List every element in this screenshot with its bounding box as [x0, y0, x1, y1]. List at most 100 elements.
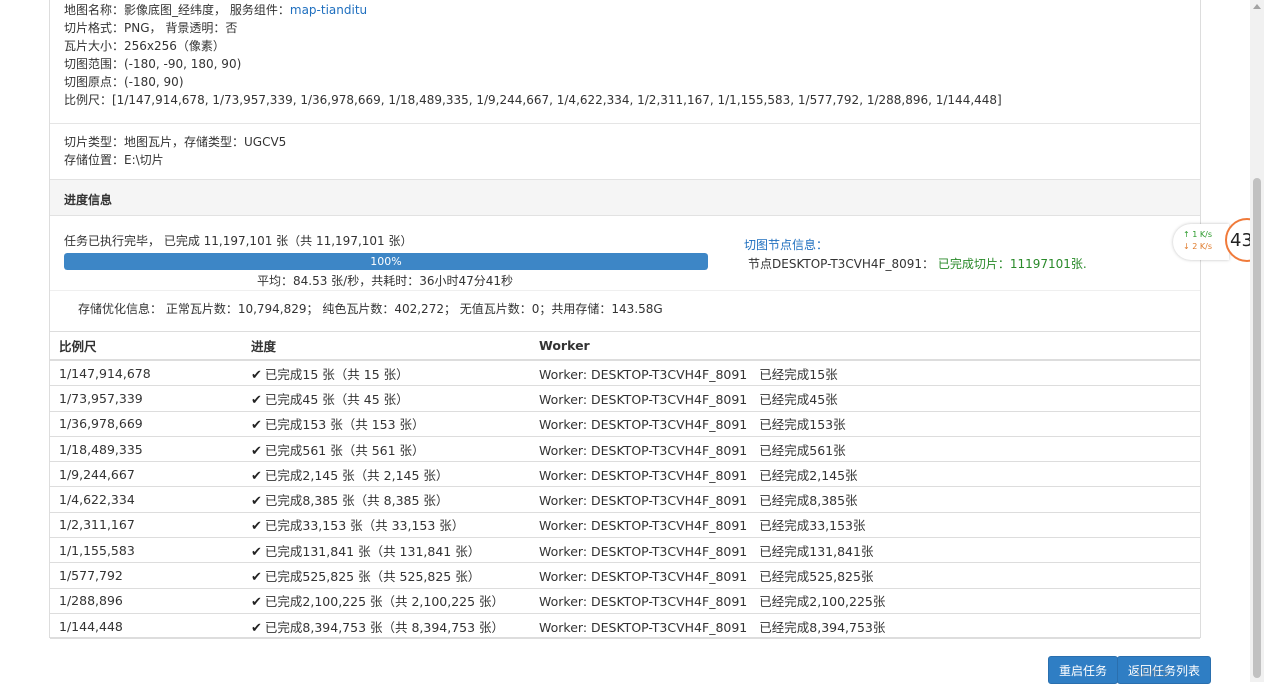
- upload-rate: ↑ 1 K/s: [1183, 230, 1212, 239]
- progress-text: 已完成45 张（共 45 张）: [264, 391, 409, 407]
- worker-done: 已经完成8,394,753张: [759, 619, 886, 635]
- check-icon: ✔: [251, 494, 262, 510]
- cell-scale: 1/144,448: [50, 613, 242, 640]
- table-row: 1/9,244,667 ✔ 已完成2,145 张（共 2,145 张） Worker:…: [50, 461, 1200, 488]
- cell-worker: Worker: DESKTOP-T3CVH4F_8091 已经完成525,825张: [530, 562, 1200, 589]
- divider: [50, 290, 1200, 291]
- table-body: 1/147,914,678 ✔ 已完成15 张（共 15 张） Worker: DES…: [50, 360, 1200, 640]
- col-header-progress: 进度: [242, 331, 530, 361]
- table-row: 1/4,622,334 ✔ 已完成8,385 张（共 8,385 张） Worker:…: [50, 486, 1200, 513]
- node-info-title: 切图节点信息：: [744, 238, 829, 252]
- check-icon: ✔: [251, 570, 262, 586]
- worker-name: Worker: DESKTOP-T3CVH4F_8091: [539, 569, 748, 585]
- cell-worker: Worker: DESKTOP-T3CVH4F_8091 已经完成45张: [530, 385, 1200, 412]
- service-link[interactable]: map-tianditu: [290, 3, 367, 17]
- progress-section-header: 进度信息: [50, 179, 1200, 216]
- cell-progress: ✔ 已完成2,100,225 张（共 2,100,225 张）: [242, 588, 530, 614]
- worker-done: 已经完成33,153张: [759, 518, 866, 534]
- cell-progress: ✔ 已完成33,153 张（共 33,153 张）: [242, 512, 530, 539]
- node-name: 节点DESKTOP-T3CVH4F_8091：: [748, 257, 938, 271]
- table-row: 1/147,914,678 ✔ 已完成15 张（共 15 张） Worker: DES…: [50, 360, 1200, 387]
- cell-progress: ✔ 已完成131,841 张（共 131,841 张）: [242, 537, 530, 564]
- cell-progress: ✔ 已完成153 张（共 153 张）: [242, 411, 530, 437]
- cell-progress: ✔ 已完成561 张（共 561 张）: [242, 436, 530, 463]
- worker-done: 已经完成2,145张: [759, 467, 858, 483]
- cell-scale: 1/36,978,669: [50, 411, 242, 437]
- network-rate-box: ↑ 1 K/s ↓ 2 K/s: [1173, 224, 1229, 260]
- scroll-up-arrow-icon[interactable]: [1253, 4, 1261, 9]
- task-detail-panel: 地图名称：影像底图_经纬度， 服务组件：map-tianditu 切片格式：PN…: [49, 0, 1201, 640]
- worker-name: Worker: DESKTOP-T3CVH4F_8091: [539, 619, 748, 635]
- cell-worker: Worker: DESKTOP-T3CVH4F_8091 已经完成8,385张: [530, 486, 1200, 513]
- check-icon: ✔: [251, 392, 262, 408]
- table-row: 1/577,792 ✔ 已完成525,825 张（共 525,825 张） Worke…: [50, 562, 1200, 589]
- tile-origin: 切图原点：(-180, 90): [64, 75, 184, 89]
- check-icon: ✔: [251, 443, 262, 459]
- cell-worker: Worker: DESKTOP-T3CVH4F_8091 已经完成131,841张: [530, 537, 1200, 564]
- col-header-worker: Worker: [530, 331, 1200, 361]
- tile-format: 切片格式：PNG， 背景透明：否: [64, 21, 238, 35]
- table-row: 1/2,311,167 ✔ 已完成33,153 张（共 33,153 张） Worke…: [50, 512, 1200, 539]
- storage-type: 切片类型：地图瓦片，存储类型：UGCV5: [64, 135, 287, 149]
- check-icon: ✔: [251, 367, 262, 383]
- cell-worker: Worker: DESKTOP-T3CVH4F_8091 已经完成33,153张: [530, 512, 1200, 539]
- progress-text: 已完成561 张（共 561 张）: [264, 442, 425, 458]
- col-header-scale: 比例尺: [50, 331, 242, 361]
- cell-progress: ✔ 已完成525,825 张（共 525,825 张）: [242, 562, 530, 589]
- storage-optimization: 存储优化信息： 正常瓦片数：10,794,829； 纯色瓦片数：402,272；…: [78, 302, 663, 316]
- cell-scale: 1/2,311,167: [50, 512, 242, 539]
- progress-text: 已完成525,825 张（共 525,825 张）: [264, 569, 481, 585]
- cell-scale: 1/4,622,334: [50, 486, 242, 513]
- cell-worker: Worker: DESKTOP-T3CVH4F_8091 已经完成2,100,22…: [530, 588, 1200, 614]
- map-name-line: 地图名称：影像底图_经纬度， 服务组件：map-tianditu: [64, 2, 367, 18]
- scale-progress-table: 比例尺 进度 Worker 1/147,914,678 ✔ 已完成15 张（共 15…: [50, 331, 1200, 640]
- scale-list: 比例尺：[1/147,914,678, 1/73,957,339, 1/36,9…: [64, 93, 1002, 107]
- progress-status: 任务已执行完毕， 已完成 11,197,101 张（共 11,197,101 张…: [64, 234, 413, 248]
- worker-name: Worker: DESKTOP-T3CVH4F_8091: [539, 543, 748, 559]
- worker-done: 已经完成15张: [759, 366, 838, 382]
- cell-worker: Worker: DESKTOP-T3CVH4F_8091 已经完成153张: [530, 411, 1200, 437]
- cell-scale: 1/18,489,335: [50, 436, 242, 463]
- map-name-value: 影像底图_经纬度，: [124, 3, 227, 17]
- restart-task-button[interactable]: 重启任务: [1048, 656, 1119, 684]
- worker-name: Worker: DESKTOP-T3CVH4F_8091: [539, 518, 748, 534]
- worker-name: Worker: DESKTOP-T3CVH4F_8091: [539, 594, 748, 610]
- scrollbar-thumb[interactable]: [1253, 178, 1261, 678]
- table-row: 1/73,957,339 ✔ 已完成45 张（共 45 张） Worker: DESK…: [50, 385, 1200, 412]
- check-icon: ✔: [251, 595, 262, 611]
- progress-text: 已完成15 张（共 15 张）: [264, 366, 409, 382]
- check-icon: ✔: [251, 519, 262, 535]
- progress-stats: 平均：84.53 张/秒，共耗时：36小时47分41秒: [257, 274, 514, 288]
- cell-progress: ✔ 已完成8,394,753 张（共 8,394,753 张）: [242, 613, 530, 640]
- vertical-scrollbar[interactable]: [1250, 0, 1264, 682]
- cell-scale: 1/147,914,678: [50, 360, 242, 387]
- table-row: 1/288,896 ✔ 已完成2,100,225 张（共 2,100,225 张） W…: [50, 588, 1200, 614]
- progress-text: 已完成8,394,753 张（共 8,394,753 张）: [264, 619, 505, 635]
- worker-name: Worker: DESKTOP-T3CVH4F_8091: [539, 391, 748, 407]
- table-row: 1/36,978,669 ✔ 已完成153 张（共 153 张） Worker: DE…: [50, 411, 1200, 437]
- worker-done: 已经完成2,100,225张: [759, 594, 886, 610]
- table-row: 1/1,155,583 ✔ 已完成131,841 张（共 131,841 张） Wor…: [50, 537, 1200, 564]
- progress-text: 已完成33,153 张（共 33,153 张）: [264, 518, 465, 534]
- cell-worker: Worker: DESKTOP-T3CVH4F_8091 已经完成2,145张: [530, 461, 1200, 488]
- cell-scale: 1/73,957,339: [50, 385, 242, 412]
- progress-text: 已完成153 张（共 153 张）: [264, 417, 425, 433]
- worker-done: 已经完成561张: [759, 442, 846, 458]
- worker-name: Worker: DESKTOP-T3CVH4F_8091: [539, 493, 748, 509]
- progress-text: 已完成8,385 张（共 8,385 张）: [264, 493, 449, 509]
- table-row: 1/18,489,335 ✔ 已完成561 张（共 561 张） Worker: DE…: [50, 436, 1200, 463]
- progress-text: 已完成2,100,225 张（共 2,100,225 张）: [264, 594, 505, 610]
- check-icon: ✔: [251, 544, 262, 560]
- cell-worker: Worker: DESKTOP-T3CVH4F_8091 已经完成561张: [530, 436, 1200, 463]
- map-name-label: 地图名称：: [64, 3, 125, 17]
- table-header-row: 比例尺 进度 Worker: [50, 331, 1200, 361]
- progress-section-title: 进度信息: [64, 193, 113, 207]
- worker-done: 已经完成45张: [759, 391, 838, 407]
- tile-range: 切图范围：(-180, -90, 180, 90): [64, 57, 242, 71]
- cell-worker: Worker: DESKTOP-T3CVH4F_8091 已经完成8,394,75…: [530, 613, 1200, 640]
- node-done: 已完成切片：11197101张.: [937, 257, 1087, 271]
- watermark: ows: [1136, 662, 1170, 682]
- cell-progress: ✔ 已完成2,145 张（共 2,145 张）: [242, 461, 530, 488]
- progress-bar-fill: 100%: [64, 253, 708, 270]
- divider: [50, 123, 1200, 124]
